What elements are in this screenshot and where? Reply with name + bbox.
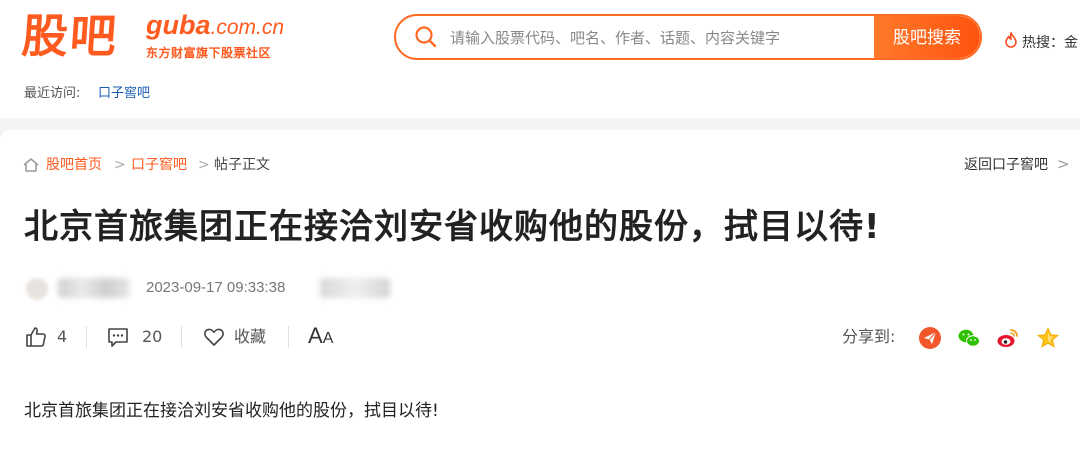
share-paper-plane-icon[interactable] bbox=[918, 326, 942, 350]
guba-logo-en[interactable]: guba.com.cn bbox=[146, 10, 284, 43]
share-wechat-icon[interactable] bbox=[957, 326, 981, 350]
font-size-toggle[interactable]: AA bbox=[308, 324, 333, 351]
search-input[interactable] bbox=[448, 24, 872, 52]
search-button[interactable]: 股吧搜索 bbox=[874, 16, 980, 58]
comment-count: 20 bbox=[142, 327, 163, 346]
chevron-right-icon: > bbox=[1057, 155, 1070, 173]
logo-domain-text: .com.cn bbox=[210, 16, 285, 39]
recent-visit-label: 最近访问: bbox=[24, 86, 81, 101]
hot-search[interactable]: 热搜：金 bbox=[1022, 32, 1078, 52]
divider bbox=[86, 326, 87, 348]
search-box: 股吧搜索 bbox=[394, 14, 982, 60]
share-label: 分享到: bbox=[842, 327, 896, 346]
post-body: 北京首旅集团正在接洽刘安省收购他的股份，拭目以待! bbox=[24, 401, 439, 421]
hot-fire-icon bbox=[1005, 32, 1017, 48]
post-time: 2023-09-17 09:33:38 bbox=[146, 279, 286, 296]
divider bbox=[288, 326, 289, 348]
breadcrumb-current: 帖子正文 bbox=[214, 157, 270, 173]
font-size-small: A bbox=[322, 330, 334, 347]
logo-en-text: guba bbox=[146, 10, 211, 40]
breadcrumb-home[interactable]: 股吧首页 bbox=[46, 157, 102, 173]
breadcrumb-separator: > bbox=[114, 157, 126, 173]
like-icon[interactable] bbox=[25, 326, 47, 348]
share-weibo-icon[interactable] bbox=[996, 326, 1020, 350]
post-title: 北京首旅集团正在接洽刘安省收购他的股份，拭目以待! bbox=[24, 207, 881, 247]
guba-logo-cn[interactable]: 股吧 bbox=[20, 8, 120, 64]
font-size-big: A bbox=[308, 323, 323, 348]
favorite-heart-icon[interactable] bbox=[203, 326, 225, 348]
breadcrumb-bar[interactable]: 口子窖吧 bbox=[131, 157, 187, 173]
home-icon[interactable] bbox=[22, 157, 40, 173]
ip-location-blurred bbox=[320, 278, 390, 298]
post-container: 股吧首页 > 口子窖吧 > 帖子正文 返回口子窖吧 > 北京首旅集团正在接洽刘安… bbox=[0, 130, 1080, 469]
avatar[interactable] bbox=[26, 278, 48, 300]
share-star-icon[interactable] bbox=[1036, 326, 1060, 350]
comment-icon[interactable] bbox=[107, 326, 129, 348]
like-count: 4 bbox=[57, 327, 68, 346]
divider bbox=[181, 326, 182, 348]
breadcrumb-separator: > bbox=[198, 157, 210, 173]
recent-visit-link[interactable]: 口子窖吧 bbox=[98, 82, 150, 101]
favorite-label[interactable]: 收藏 bbox=[234, 327, 266, 347]
top-header: 股吧 guba.com.cn 东方财富旗下股票社区 股吧搜索 热搜：金 最近访问… bbox=[0, 0, 1080, 118]
hot-search-item[interactable]: 金 bbox=[1064, 35, 1078, 51]
author-name-blurred[interactable] bbox=[58, 278, 130, 298]
back-to-bar-link[interactable]: 返回口子窖吧 bbox=[964, 157, 1048, 173]
hot-search-label: 热搜： bbox=[1022, 35, 1064, 51]
logo-subtitle: 东方财富旗下股票社区 bbox=[146, 46, 272, 60]
search-icon bbox=[415, 26, 437, 48]
